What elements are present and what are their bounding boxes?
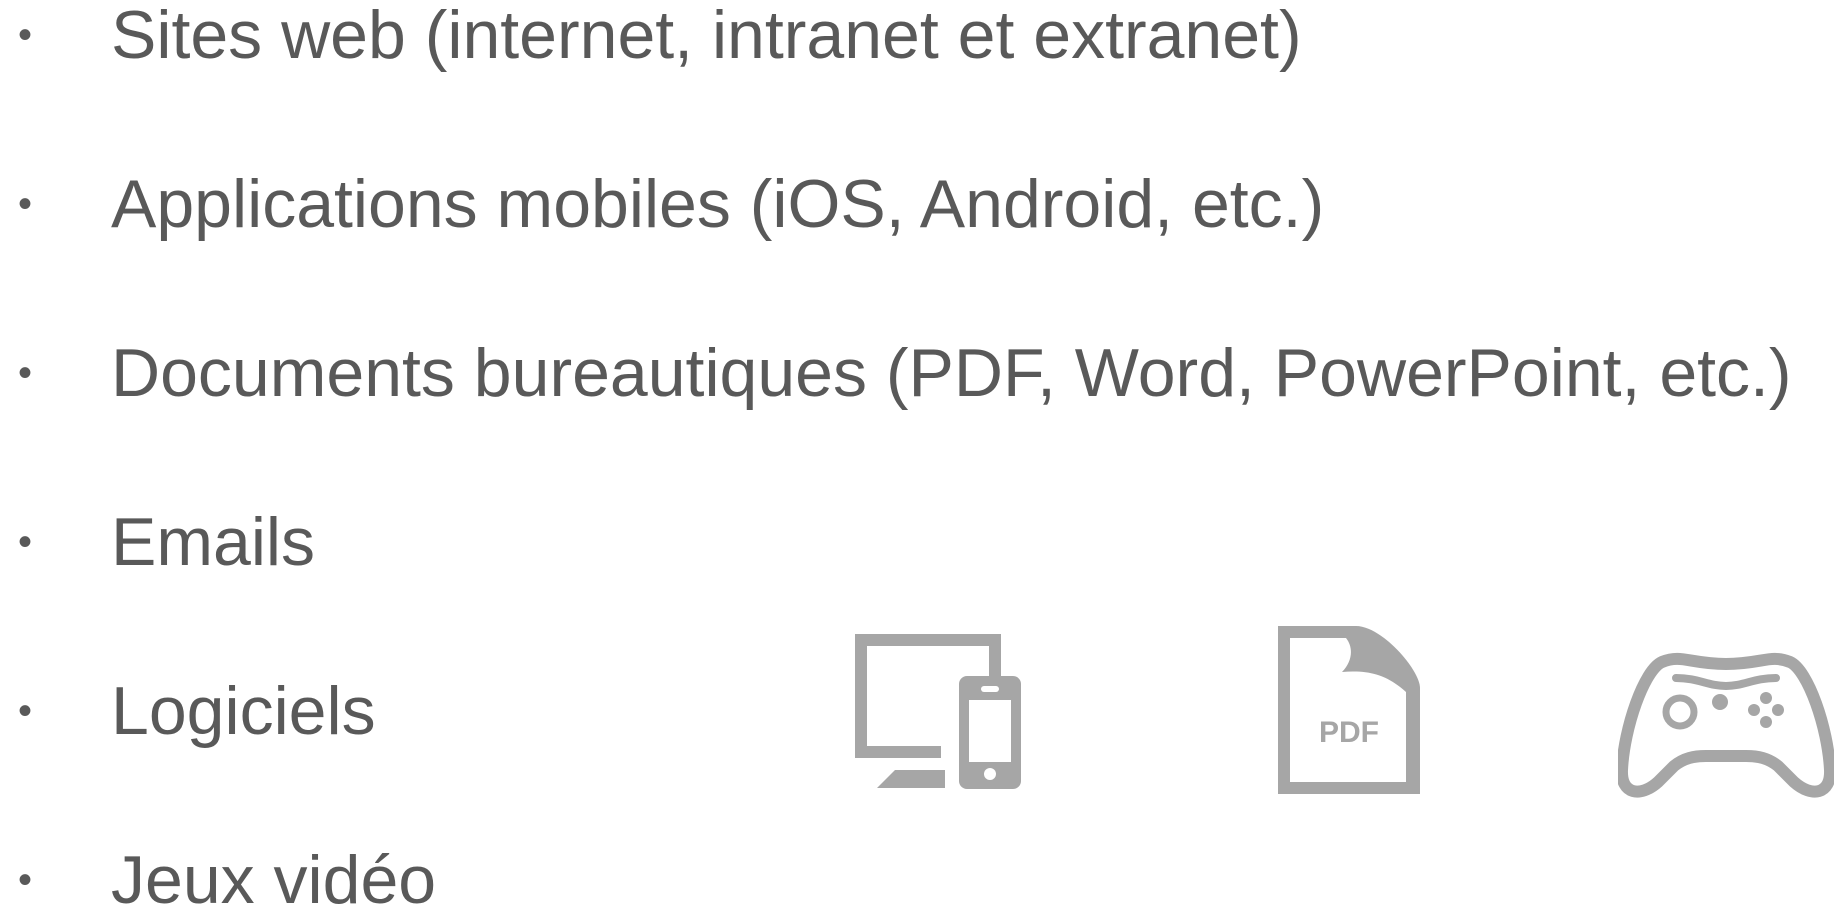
- list-item-label: Emails: [111, 504, 316, 580]
- bullet: •: [18, 689, 33, 733]
- list-item-label: Applications mobiles (iOS, Android, etc.…: [111, 166, 1325, 242]
- desktop-and-phone-icon: [855, 634, 1025, 790]
- list-item-label: Documents bureautiques (PDF, Word, Power…: [111, 335, 1792, 411]
- list-item-label: Sites web (internet, intranet et extrane…: [111, 0, 1302, 73]
- pdf-document-icon: PDF: [1278, 626, 1420, 794]
- bullet: •: [18, 858, 33, 902]
- bullet: •: [18, 520, 33, 564]
- bullet: •: [18, 182, 33, 226]
- list-item-label: Jeux vidéo: [111, 842, 437, 918]
- game-controller-icon: [1618, 648, 1834, 800]
- list-item-label: Logiciels: [111, 673, 376, 749]
- pdf-label: PDF: [1319, 716, 1379, 749]
- bullet: •: [18, 13, 33, 57]
- bullet: •: [18, 351, 33, 395]
